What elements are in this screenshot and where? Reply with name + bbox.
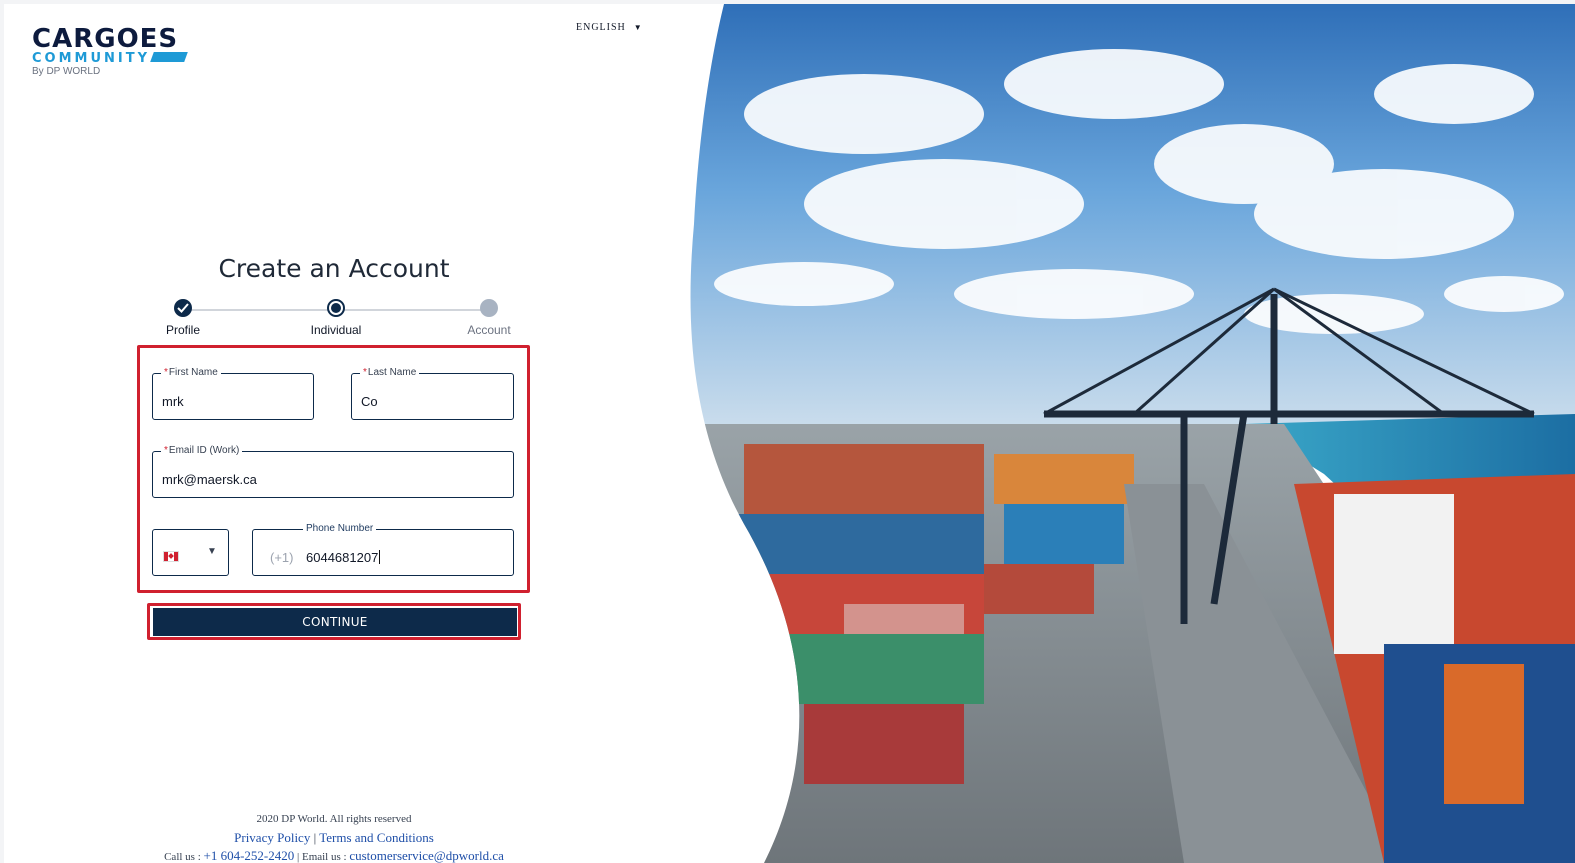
check-icon: [174, 299, 192, 317]
last-name-value[interactable]: Co: [361, 394, 378, 409]
step-label: Profile: [165, 323, 200, 337]
logo-wordmark: CARGOES: [32, 24, 179, 54]
email-value[interactable]: mrk@maersk.ca: [162, 472, 257, 487]
logo-stripe: [150, 52, 188, 62]
footer-links: Privacy Policy | Terms and Conditions: [4, 829, 664, 846]
email-link[interactable]: customerservice@dpworld.ca: [349, 848, 504, 863]
language-label: ENGLISH: [576, 22, 626, 33]
email-label: *Email ID (Work): [161, 445, 243, 457]
current-step-icon: [327, 299, 345, 317]
chevron-down-icon[interactable]: ▼: [207, 546, 217, 557]
email-label-text: Email us :: [301, 851, 347, 863]
cargoes-logo[interactable]: CARGOES COMMUNITY By DP WORLD: [32, 24, 192, 77]
continue-button[interactable]: CONTINUE: [153, 608, 517, 636]
pending-step-icon: [480, 299, 498, 317]
port-hero-image: [684, 4, 1575, 863]
first-name-value[interactable]: mrk: [162, 394, 184, 409]
canada-flag-icon: [163, 551, 179, 562]
step-individual: Individual: [286, 299, 386, 337]
text-cursor: [379, 550, 381, 564]
phone-number-field[interactable]: Phone Number (+1) 6044681207: [252, 523, 514, 576]
step-label: Individual: [310, 323, 362, 337]
first-name-field[interactable]: *First Name mrk: [152, 367, 314, 420]
phone-number-label: Phone Number: [303, 523, 377, 535]
contact-line: Call us : +1 604-252-2420 | Email us : c…: [4, 848, 664, 863]
link-separator: |: [313, 830, 317, 845]
phone-number-value[interactable]: 6044681207: [306, 550, 381, 565]
progress-stepper: Profile Individual Account: [161, 299, 513, 339]
caret-down-icon: ▼: [633, 23, 643, 32]
step-profile: Profile: [133, 299, 233, 337]
last-name-label: *Last Name: [360, 367, 420, 379]
privacy-policy-link[interactable]: Privacy Policy: [234, 830, 310, 845]
language-selector[interactable]: ENGLISH ▼: [576, 22, 643, 33]
country-code-select[interactable]: ▼: [152, 529, 229, 576]
terms-link[interactable]: Terms and Conditions: [319, 830, 434, 845]
copyright-text: 2020 DP World. All rights reserved: [256, 813, 412, 825]
signup-page: CARGOES COMMUNITY By DP WORLD ENGLISH ▼ C…: [4, 4, 1575, 863]
last-name-field[interactable]: *Last Name Co: [351, 367, 514, 420]
email-field[interactable]: *Email ID (Work) mrk@maersk.ca: [152, 445, 514, 498]
step-label: Account: [467, 323, 511, 337]
contact-separator: |: [297, 851, 300, 863]
phone-prefix: (+1): [270, 550, 294, 565]
footer: 2020 DP World. All rights reserved Priva…: [4, 812, 664, 863]
page-title: Create an Account: [218, 254, 450, 283]
call-label: Call us :: [164, 851, 201, 863]
first-name-label: *First Name: [161, 367, 221, 379]
phone-link[interactable]: +1 604-252-2420: [204, 848, 295, 863]
step-account: Account: [439, 299, 539, 337]
logo-byline: By DP WORLD: [32, 66, 101, 77]
